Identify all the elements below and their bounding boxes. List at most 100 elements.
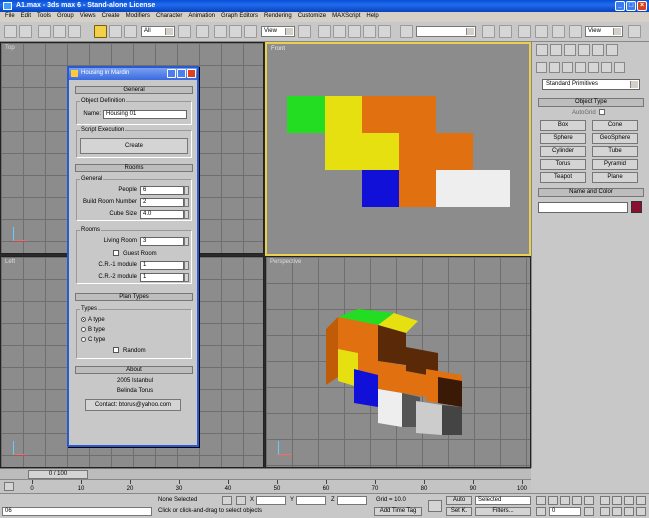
menu-create[interactable]: Create xyxy=(99,12,123,22)
pan-icon[interactable] xyxy=(612,507,622,516)
material-editor-icon[interactable] xyxy=(552,25,565,38)
shapes-icon[interactable] xyxy=(549,62,560,73)
viewport-front[interactable]: Front xyxy=(265,42,531,256)
zoom-extents-icon[interactable] xyxy=(624,496,634,505)
x-coord-input[interactable] xyxy=(256,496,286,505)
cylinder-button[interactable]: Cylinder xyxy=(540,146,586,157)
spinner-snap-icon[interactable] xyxy=(378,25,391,38)
systems-icon[interactable] xyxy=(614,62,625,73)
angle-snap-icon[interactable] xyxy=(348,25,361,38)
render-type-dropdown[interactable]: View xyxy=(585,26,623,37)
arc-rotate-icon[interactable] xyxy=(624,507,634,516)
geosphere-button[interactable]: GeoSphere xyxy=(592,133,638,144)
select-move-icon[interactable] xyxy=(178,25,191,38)
key-mode-toggle-icon[interactable] xyxy=(536,507,546,516)
create-button[interactable]: Create xyxy=(80,138,188,154)
name-input[interactable]: Housing 01 xyxy=(103,110,187,119)
housing-model[interactable] xyxy=(326,309,462,435)
frame-ruler[interactable]: 0 10 20 30 40 50 60 70 80 90 100 xyxy=(28,480,528,494)
ref-coord-dropdown[interactable]: View xyxy=(261,26,295,37)
menu-graph-editors[interactable]: Graph Editors xyxy=(218,12,261,22)
menu-tools[interactable]: Tools xyxy=(34,12,54,22)
room-block-yellow[interactable] xyxy=(325,96,362,170)
section-about-header[interactable]: About xyxy=(75,366,193,374)
menu-rendering[interactable]: Rendering xyxy=(261,12,295,22)
cube-size-input[interactable]: 4.0 xyxy=(140,210,184,219)
set-key-button[interactable]: Set K. xyxy=(446,507,472,516)
motion-tab-icon[interactable] xyxy=(578,44,590,56)
go-to-end-icon[interactable] xyxy=(584,496,594,505)
track-bar[interactable]: 0 10 20 30 40 50 60 70 80 90 100 xyxy=(0,479,531,493)
zoom-icon[interactable] xyxy=(600,496,610,505)
room-block-orange[interactable] xyxy=(362,96,436,133)
room-block-orange[interactable] xyxy=(399,170,436,207)
time-slider[interactable]: 0 / 100 xyxy=(28,470,88,479)
close-button[interactable]: × xyxy=(637,1,647,11)
geometry-icon[interactable] xyxy=(536,62,547,73)
primitive-category-dropdown[interactable]: Standard Primitives xyxy=(542,79,640,90)
next-frame-icon[interactable] xyxy=(572,496,582,505)
curve-editor-icon[interactable] xyxy=(518,25,531,38)
housing-dialog[interactable]: Housing in Mardin General Object Definit… xyxy=(67,66,199,447)
auto-key-button[interactable]: Auto xyxy=(446,496,472,505)
people-spinner[interactable] xyxy=(184,186,189,195)
utilities-tab-icon[interactable] xyxy=(606,44,618,56)
room-block-orange[interactable] xyxy=(399,133,473,170)
selection-filter-dropdown[interactable]: All xyxy=(141,26,175,37)
time-config-icon[interactable] xyxy=(584,507,594,516)
cr2-input[interactable]: 1 xyxy=(140,273,184,282)
teapot-button[interactable]: Teapot xyxy=(540,172,586,183)
section-general-header[interactable]: General xyxy=(75,86,193,94)
redo-icon[interactable] xyxy=(19,25,32,38)
named-selection-dropdown[interactable] xyxy=(416,26,476,37)
minimize-button[interactable]: _ xyxy=(615,1,625,11)
mini-curve-editor-icon[interactable] xyxy=(4,482,14,491)
create-tab-icon[interactable] xyxy=(536,44,548,56)
viewport-label[interactable]: Left xyxy=(5,259,15,265)
select-link-icon[interactable] xyxy=(38,25,51,38)
unlink-icon[interactable] xyxy=(53,25,66,38)
checkbox-box[interactable] xyxy=(598,109,605,115)
viewport-perspective[interactable]: Perspective xyxy=(265,256,531,468)
select-object-icon[interactable] xyxy=(94,25,107,38)
maxscript-listener-input[interactable]: 06 xyxy=(2,507,152,516)
zoom-extents-all-icon[interactable] xyxy=(636,496,646,505)
dialog-title-bar[interactable]: Housing in Mardin xyxy=(69,68,197,80)
maximize-button[interactable]: □ xyxy=(626,1,636,11)
tube-button[interactable]: Tube xyxy=(592,146,638,157)
object-color-swatch[interactable] xyxy=(631,201,642,213)
menu-animation[interactable]: Animation xyxy=(185,12,218,22)
radio-dot[interactable] xyxy=(81,337,86,342)
undo-icon[interactable] xyxy=(4,25,17,38)
room-block-green[interactable] xyxy=(287,96,325,133)
maximize-viewport-icon[interactable] xyxy=(636,507,646,516)
menu-modifiers[interactable]: Modifiers xyxy=(123,12,153,22)
menu-edit[interactable]: Edit xyxy=(18,12,34,22)
random-checkbox[interactable]: Random xyxy=(113,347,146,354)
mirror-tool-icon[interactable] xyxy=(482,25,495,38)
add-time-tag-button[interactable]: Add Time Tag xyxy=(374,507,422,516)
field-of-view-icon[interactable] xyxy=(600,507,610,516)
key-filters-button[interactable]: Filters... xyxy=(475,507,531,516)
checkbox-box[interactable] xyxy=(113,250,119,256)
radio-dot[interactable] xyxy=(81,317,86,322)
dialog-minimize-button[interactable] xyxy=(167,69,176,78)
percent-snap-icon[interactable] xyxy=(363,25,376,38)
render-scene-icon[interactable] xyxy=(569,25,582,38)
align-tool-icon[interactable] xyxy=(499,25,512,38)
section-plan-types-header[interactable]: Plan Types xyxy=(75,293,193,301)
contact-button[interactable]: Contact: btorus@yahoo.com xyxy=(85,399,181,411)
object-name-input[interactable] xyxy=(538,202,628,213)
zoom-all-icon[interactable] xyxy=(612,496,622,505)
helpers-icon[interactable] xyxy=(588,62,599,73)
rect-selection-icon[interactable] xyxy=(124,25,137,38)
title-bar[interactable]: A1.max - 3ds max 6 - Stand-alone License… xyxy=(0,0,649,12)
cr1-spinner[interactable] xyxy=(184,261,189,270)
scale-icon[interactable] xyxy=(244,25,257,38)
cube-size-spinner[interactable] xyxy=(184,210,189,219)
lights-icon[interactable] xyxy=(562,62,573,73)
sphere-button[interactable]: Sphere xyxy=(540,133,586,144)
living-room-input[interactable]: 3 xyxy=(140,237,184,246)
build-room-input[interactable]: 2 xyxy=(140,198,184,207)
hierarchy-tab-icon[interactable] xyxy=(564,44,576,56)
